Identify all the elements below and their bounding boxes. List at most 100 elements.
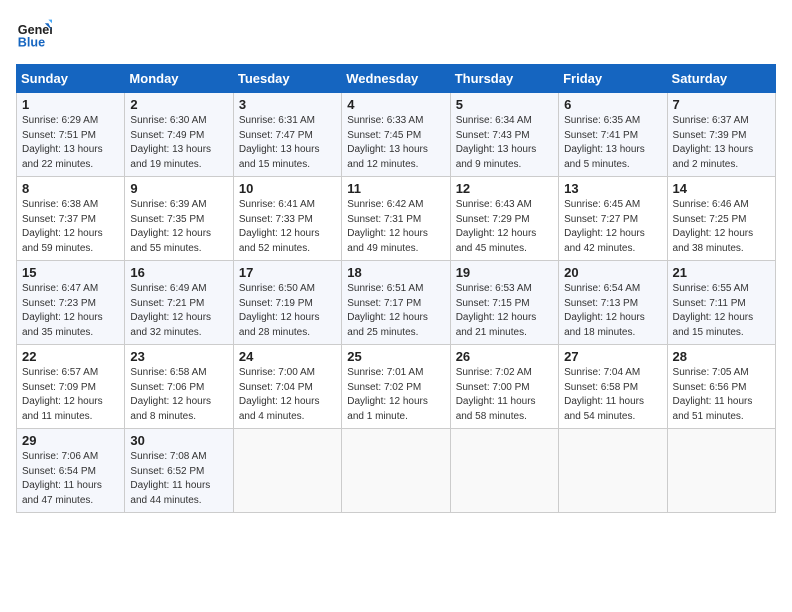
day-number: 26 [456, 349, 553, 364]
calendar-header-row: Sunday Monday Tuesday Wednesday Thursday… [17, 65, 776, 93]
table-cell: 8Sunrise: 6:38 AMSunset: 7:37 PMDaylight… [17, 177, 125, 261]
day-number: 14 [673, 181, 770, 196]
table-cell [233, 429, 341, 513]
table-cell: 17 Sunrise: 6:50 AMSunset: 7:19 PMDayligh… [233, 261, 341, 345]
day-number: 13 [564, 181, 661, 196]
day-number: 10 [239, 181, 336, 196]
table-cell: 19 Sunrise: 6:53 AMSunset: 7:15 PMDayligh… [450, 261, 558, 345]
day-number: 1 [22, 97, 119, 112]
day-number: 2 [130, 97, 227, 112]
page-header: General Blue [16, 16, 776, 52]
logo: General Blue [16, 16, 56, 52]
day-number: 24 [239, 349, 336, 364]
day-number: 22 [22, 349, 119, 364]
day-number: 12 [456, 181, 553, 196]
table-cell [667, 429, 775, 513]
day-number: 5 [456, 97, 553, 112]
table-cell: 14 Sunrise: 6:46 AMSunset: 7:25 PMDayligh… [667, 177, 775, 261]
table-cell: 12 Sunrise: 6:43 AMSunset: 7:29 PMDayligh… [450, 177, 558, 261]
cell-info: Sunrise: 6:38 AMSunset: 7:37 PMDaylight:… [22, 199, 103, 254]
day-number: 28 [673, 349, 770, 364]
table-cell: 26 Sunrise: 7:02 AMSunset: 7:00 PMDayligh… [450, 345, 558, 429]
cell-info: Sunrise: 6:42 AMSunset: 7:31 PMDaylight:… [347, 199, 428, 254]
day-number: 15 [22, 265, 119, 280]
table-cell: 11 Sunrise: 6:42 AMSunset: 7:31 PMDayligh… [342, 177, 450, 261]
cell-info: Sunrise: 6:50 AMSunset: 7:19 PMDaylight:… [239, 283, 320, 338]
col-tuesday: Tuesday [233, 65, 341, 93]
cell-info: Sunrise: 6:55 AMSunset: 7:11 PMDaylight:… [673, 283, 754, 338]
cell-info: Sunrise: 6:53 AMSunset: 7:15 PMDaylight:… [456, 283, 537, 338]
table-cell: 20 Sunrise: 6:54 AMSunset: 7:13 PMDayligh… [559, 261, 667, 345]
day-number: 23 [130, 349, 227, 364]
cell-info: Sunrise: 6:54 AMSunset: 7:13 PMDaylight:… [564, 283, 645, 338]
table-cell: 10 Sunrise: 6:41 AMSunset: 7:33 PMDayligh… [233, 177, 341, 261]
table-cell: 7 Sunrise: 6:37 AMSunset: 7:39 PMDaylight… [667, 93, 775, 177]
table-cell: 30Sunrise: 7:08 AMSunset: 6:52 PMDayligh… [125, 429, 233, 513]
table-cell [559, 429, 667, 513]
col-friday: Friday [559, 65, 667, 93]
table-cell [342, 429, 450, 513]
cell-info: Sunrise: 6:33 AMSunset: 7:45 PMDaylight:… [347, 115, 428, 170]
col-sunday: Sunday [17, 65, 125, 93]
table-cell: 23Sunrise: 6:58 AMSunset: 7:06 PMDayligh… [125, 345, 233, 429]
cell-info: Sunrise: 7:06 AMSunset: 6:54 PMDaylight:… [22, 451, 102, 506]
day-number: 19 [456, 265, 553, 280]
table-cell: 9 Sunrise: 6:39 AMSunset: 7:35 PMDaylight… [125, 177, 233, 261]
table-cell: 13Sunrise: 6:45 AMSunset: 7:27 PMDayligh… [559, 177, 667, 261]
table-cell: 3Sunrise: 6:31 AMSunset: 7:47 PMDaylight… [233, 93, 341, 177]
table-cell: 16Sunrise: 6:49 AMSunset: 7:21 PMDayligh… [125, 261, 233, 345]
table-cell: 5 Sunrise: 6:34 AMSunset: 7:43 PMDaylight… [450, 93, 558, 177]
cell-info: Sunrise: 6:39 AMSunset: 7:35 PMDaylight:… [130, 199, 211, 254]
day-number: 21 [673, 265, 770, 280]
calendar-week-row: 22 Sunrise: 6:57 AMSunset: 7:09 PMDayligh… [17, 345, 776, 429]
table-cell: 15 Sunrise: 6:47 AMSunset: 7:23 PMDayligh… [17, 261, 125, 345]
day-number: 11 [347, 181, 444, 196]
cell-info: Sunrise: 6:35 AMSunset: 7:41 PMDaylight:… [564, 115, 645, 170]
cell-info: Sunrise: 6:37 AMSunset: 7:39 PMDaylight:… [673, 115, 754, 170]
cell-info: Sunrise: 7:00 AMSunset: 7:04 PMDaylight:… [239, 367, 320, 422]
day-number: 29 [22, 433, 119, 448]
day-number: 30 [130, 433, 227, 448]
col-thursday: Thursday [450, 65, 558, 93]
day-number: 9 [130, 181, 227, 196]
table-cell: 24 Sunrise: 7:00 AMSunset: 7:04 PMDayligh… [233, 345, 341, 429]
table-cell: 25 Sunrise: 7:01 AMSunset: 7:02 PMDayligh… [342, 345, 450, 429]
cell-info: Sunrise: 6:57 AMSunset: 7:09 PMDaylight:… [22, 367, 103, 422]
day-number: 25 [347, 349, 444, 364]
cell-info: Sunrise: 6:30 AMSunset: 7:49 PMDaylight:… [130, 115, 211, 170]
cell-info: Sunrise: 7:02 AMSunset: 7:00 PMDaylight:… [456, 367, 536, 422]
day-number: 4 [347, 97, 444, 112]
cell-info: Sunrise: 6:49 AMSunset: 7:21 PMDaylight:… [130, 283, 211, 338]
day-number: 7 [673, 97, 770, 112]
table-cell: 22 Sunrise: 6:57 AMSunset: 7:09 PMDayligh… [17, 345, 125, 429]
cell-info: Sunrise: 6:29 AMSunset: 7:51 PMDaylight:… [22, 115, 103, 170]
day-number: 18 [347, 265, 444, 280]
cell-info: Sunrise: 6:34 AMSunset: 7:43 PMDaylight:… [456, 115, 537, 170]
cell-info: Sunrise: 6:31 AMSunset: 7:47 PMDaylight:… [239, 115, 320, 170]
day-number: 6 [564, 97, 661, 112]
table-cell: 18Sunrise: 6:51 AMSunset: 7:17 PMDayligh… [342, 261, 450, 345]
cell-info: Sunrise: 6:46 AMSunset: 7:25 PMDaylight:… [673, 199, 754, 254]
cell-info: Sunrise: 6:43 AMSunset: 7:29 PMDaylight:… [456, 199, 537, 254]
calendar-week-row: 15 Sunrise: 6:47 AMSunset: 7:23 PMDayligh… [17, 261, 776, 345]
table-cell: 21 Sunrise: 6:55 AMSunset: 7:11 PMDayligh… [667, 261, 775, 345]
svg-text:Blue: Blue [18, 36, 45, 50]
calendar-week-row: 29 Sunrise: 7:06 AMSunset: 6:54 PMDayligh… [17, 429, 776, 513]
cell-info: Sunrise: 6:41 AMSunset: 7:33 PMDaylight:… [239, 199, 320, 254]
col-monday: Monday [125, 65, 233, 93]
table-cell: 28 Sunrise: 7:05 AMSunset: 6:56 PMDayligh… [667, 345, 775, 429]
day-number: 20 [564, 265, 661, 280]
day-number: 17 [239, 265, 336, 280]
cell-info: Sunrise: 7:05 AMSunset: 6:56 PMDaylight:… [673, 367, 753, 422]
calendar-week-row: 1 Sunrise: 6:29 AMSunset: 7:51 PMDaylight… [17, 93, 776, 177]
table-cell: 29 Sunrise: 7:06 AMSunset: 6:54 PMDayligh… [17, 429, 125, 513]
table-cell: 2 Sunrise: 6:30 AMSunset: 7:49 PMDaylight… [125, 93, 233, 177]
table-cell [450, 429, 558, 513]
table-cell: 4 Sunrise: 6:33 AMSunset: 7:45 PMDaylight… [342, 93, 450, 177]
cell-info: Sunrise: 6:47 AMSunset: 7:23 PMDaylight:… [22, 283, 103, 338]
cell-info: Sunrise: 7:01 AMSunset: 7:02 PMDaylight:… [347, 367, 428, 422]
logo-icon: General Blue [16, 16, 52, 52]
table-cell: 6 Sunrise: 6:35 AMSunset: 7:41 PMDaylight… [559, 93, 667, 177]
cell-info: Sunrise: 7:04 AMSunset: 6:58 PMDaylight:… [564, 367, 644, 422]
table-cell: 27Sunrise: 7:04 AMSunset: 6:58 PMDayligh… [559, 345, 667, 429]
